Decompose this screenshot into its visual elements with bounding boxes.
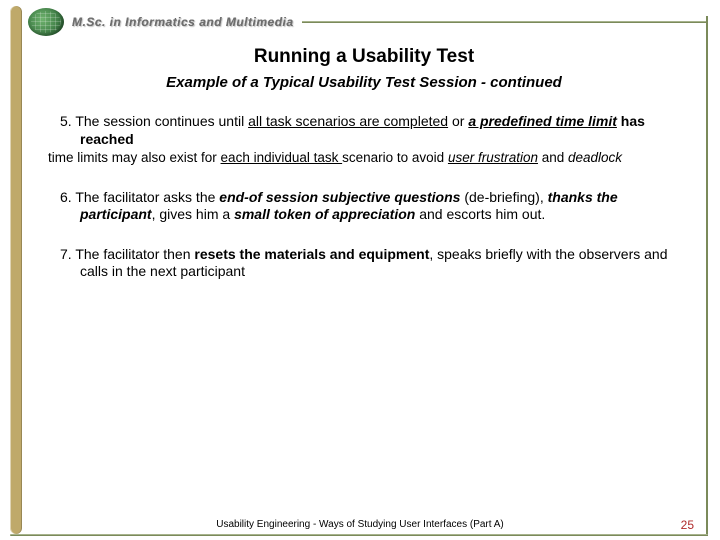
p6-t6: small token of appreciation	[234, 206, 415, 222]
slide-subtitle: Example of a Typical Usability Test Sess…	[40, 74, 688, 91]
point-5: 5. The session continues until all task …	[40, 113, 688, 167]
frame-right	[706, 16, 708, 536]
p5n-t4: user frustration	[448, 150, 538, 165]
p5-t4: a predefined time limit	[468, 113, 617, 129]
p6-t1: The facilitator asks the	[75, 189, 219, 205]
p7-t2: resets the materials and equipment	[194, 246, 429, 262]
header-bar: M.Sc. in Informatics and Multimedia	[28, 8, 708, 36]
p6-t7: and escorts him out.	[415, 206, 545, 222]
header-rule	[302, 21, 708, 23]
point-5-note: time limits may also exist for each indi…	[40, 150, 688, 167]
point-6-number: 6.	[60, 189, 72, 205]
p5n-t2: each individual task	[221, 150, 343, 165]
globe-icon	[28, 8, 64, 36]
point-6: 6. The facilitator asks the end-of sessi…	[40, 189, 688, 224]
p6-t5: , gives him a	[152, 206, 234, 222]
p5n-t1: time limits may also exist for	[48, 150, 221, 165]
slide-content: Running a Usability Test Example of a Ty…	[40, 50, 688, 512]
p6-t3: (de-briefing),	[460, 189, 547, 205]
p5-t3: or	[448, 113, 468, 129]
p5n-t6: deadlock	[568, 150, 622, 165]
p5n-t5: and	[538, 150, 568, 165]
point-5-number: 5.	[60, 113, 72, 129]
page-number: 25	[681, 518, 694, 532]
p5n-t3: scenario to avoid	[342, 150, 448, 165]
p5-t2: all task scenarios are completed	[248, 113, 448, 129]
program-title: M.Sc. in Informatics and Multimedia	[72, 15, 294, 29]
p5-t1: The session continues until	[75, 113, 248, 129]
left-accent-rail	[10, 6, 22, 534]
point-7-number: 7.	[60, 246, 72, 262]
footer-text: Usability Engineering - Ways of Studying…	[0, 519, 720, 530]
p6-t2: end-of session subjective questions	[219, 189, 460, 205]
p7-t1: The facilitator then	[75, 246, 194, 262]
frame-bottom	[10, 534, 708, 536]
slide-title: Running a Usability Test	[40, 46, 688, 68]
point-7: 7. The facilitator then resets the mater…	[40, 246, 688, 281]
